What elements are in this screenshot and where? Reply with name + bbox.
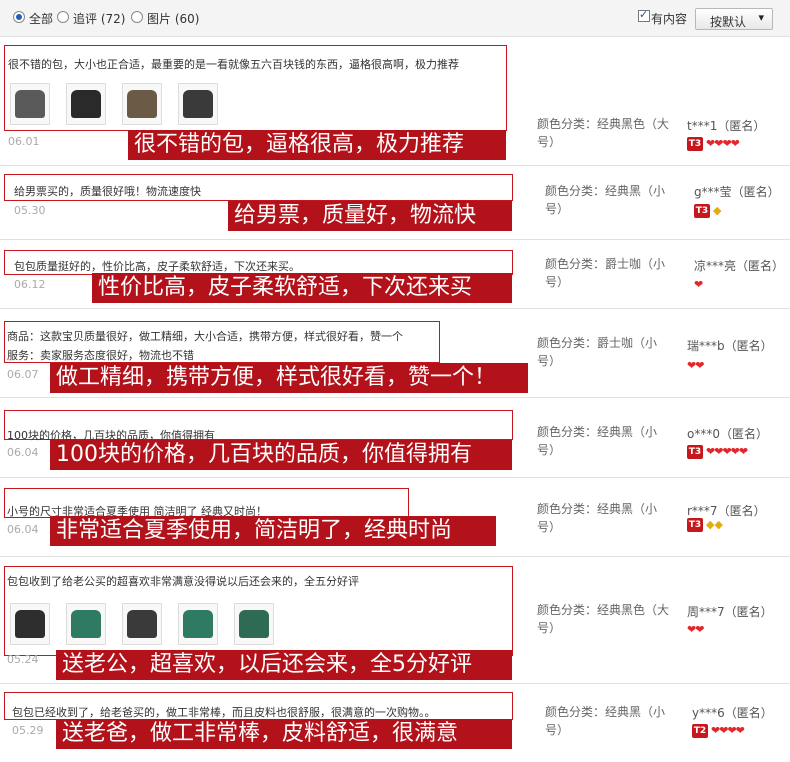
review-date: 06.07 xyxy=(7,368,39,381)
sku-info: 颜色分类：爵士咖（小号） xyxy=(537,334,672,370)
sku-key: 颜色分类： xyxy=(537,425,598,439)
sort-dropdown[interactable]: 按默认 ▾ xyxy=(695,8,773,30)
review-row: 包包已经收到了，给老爸买的，做工非常棒，而且皮料也很舒服，很满意的一次购物。。 … xyxy=(0,684,790,761)
review-date: 05.30 xyxy=(14,204,46,217)
radio-pictures[interactable] xyxy=(131,11,143,23)
heart-icon: ❤ xyxy=(695,359,705,372)
filter-followup-label[interactable]: 追评 (72) xyxy=(73,10,125,27)
buyer-credit: T3 ◆◆ xyxy=(687,518,723,532)
review-row: 包包收到了给老公买的超喜欢非常满意没得说以后还会来的，全五分好评 05.24 送… xyxy=(0,557,790,684)
heart-icon: ❤ xyxy=(695,623,705,636)
buyer-name: r***7（匿名） xyxy=(687,504,766,518)
review-photo[interactable] xyxy=(122,83,162,125)
sku-key: 颜色分类： xyxy=(537,603,598,617)
buyer-credit: ❤ xyxy=(694,278,704,292)
filter-pictures-label[interactable]: 图片 (60) xyxy=(147,10,199,27)
tier-badge-icon: T3 xyxy=(687,137,703,151)
buyer-name: 凉***亮（匿名） xyxy=(694,259,785,273)
heart-icon: ❤ xyxy=(694,278,704,291)
review-date: 06.12 xyxy=(14,278,46,291)
sku-key: 颜色分类： xyxy=(537,117,598,131)
tier-badge-icon: T3 xyxy=(687,518,703,532)
buyer-credit: T3 ❤❤❤❤❤ xyxy=(687,445,749,459)
review-photo[interactable] xyxy=(122,603,162,645)
radio-followup[interactable] xyxy=(57,11,69,23)
sku-info: 颜色分类：经典黑（小号） xyxy=(537,423,672,459)
tier-badge-icon: T3 xyxy=(687,445,703,459)
buyer-credit: T3 ◆ xyxy=(694,204,721,218)
sku-key: 颜色分类： xyxy=(545,257,606,271)
review-text: 给男票买的，质量很好哦！物流速度快 xyxy=(14,185,201,198)
sku-info: 颜色分类：经典黑色（大号） xyxy=(537,601,672,637)
review-banner: 100块的价格，几百块的品质，你值得拥有 xyxy=(50,440,512,470)
review-photo[interactable] xyxy=(10,83,50,125)
has-content-label[interactable]: 有内容 xyxy=(651,10,687,27)
review-photo[interactable] xyxy=(178,603,218,645)
review-banner: 送老公，超喜欢，以后还会来，全5分好评 xyxy=(56,650,512,680)
tier-badge-icon: T2 xyxy=(692,724,708,738)
sku-info: 颜色分类：经典黑色（大号） xyxy=(537,115,672,151)
sku-info: 颜色分类：爵士咖（小号） xyxy=(545,255,680,291)
buyer-name: o***0（匿名） xyxy=(687,427,768,441)
review-text: 包包已经收到了，给老爸买的，做工非常棒，而且皮料也很舒服，很满意的一次购物。。 xyxy=(12,706,436,719)
review-banner: 送老爸，做工非常棒，皮料舒适，很满意 xyxy=(56,719,512,749)
review-text: 商品：这款宝贝质量很好，做工精细，大小合适，携带方便，样式很好看，赞一个 xyxy=(7,330,403,343)
review-date: 06.01 xyxy=(8,135,40,148)
buyer-credit: ❤❤ xyxy=(687,623,705,637)
review-photo[interactable] xyxy=(178,83,218,125)
review-row: 100块的价格，几百块的品质，你值得拥有 06.04 100块的价格，几百块的品… xyxy=(0,398,790,478)
filter-bar: 全部 追评 (72) 图片 (60) 有内容 按默认 ▾ xyxy=(0,0,790,37)
sort-label: 按默认 xyxy=(710,15,747,29)
review-banner: 给男票，质量好，物流快 xyxy=(228,201,512,231)
review-banner: 性价比高，皮子柔软舒适，下次还来买 xyxy=(92,273,512,303)
review-date: 05.29 xyxy=(12,724,44,737)
review-banner: 非常适合夏季使用，简洁明了，经典时尚 xyxy=(50,516,496,546)
review-row: 很不错的包，大小也正合适，最重要的是一看就像五六百块钱的东西，逼格很高啊，极力推… xyxy=(0,37,790,166)
review-photo[interactable] xyxy=(10,603,50,645)
review-date: 05.24 xyxy=(7,653,39,666)
radio-all[interactable] xyxy=(13,11,25,23)
buyer-name: g***莹（匿名） xyxy=(694,185,780,199)
sku-key: 颜色分类： xyxy=(537,502,598,516)
review-date: 06.04 xyxy=(7,523,39,536)
has-content-checkbox[interactable] xyxy=(638,8,650,22)
review-text-service: 服务：卖家服务态度很好，物流也不错 xyxy=(7,349,194,362)
filter-all-label[interactable]: 全部 xyxy=(29,10,53,27)
review-row: 给男票买的，质量很好哦！物流速度快 05.30 给男票，质量好，物流快 颜色分类… xyxy=(0,166,790,240)
review-row: 商品：这款宝贝质量很好，做工精细，大小合适，携带方便，样式很好看，赞一个 服务：… xyxy=(0,309,790,398)
review-banner: 做工精细，携带方便，样式很好看，赞一个！ xyxy=(50,363,528,393)
review-row: 包包质量挺好的，性价比高，皮子柔软舒适，下次还来买。 06.12 性价比高，皮子… xyxy=(0,240,790,309)
heart-icon: ❤ xyxy=(735,724,745,737)
review-banner: 很不错的包，逼格很高，极力推荐 xyxy=(128,130,506,160)
review-text: 包包质量挺好的，性价比高，皮子柔软舒适，下次还来买。 xyxy=(14,260,300,273)
buyer-name: 周***7（匿名） xyxy=(687,605,773,619)
buyer-name: 瑞***b（匿名） xyxy=(687,339,773,353)
chevron-down-icon: ▾ xyxy=(758,11,764,24)
sku-info: 颜色分类：经典黑（小号） xyxy=(537,500,672,536)
buyer-credit: T3 ❤❤❤❤ xyxy=(687,137,740,151)
diamond-icon: ◆ xyxy=(714,518,723,531)
sku-info: 颜色分类：经典黑（小号） xyxy=(545,182,680,218)
review-text: 很不错的包，大小也正合适，最重要的是一看就像五六百块钱的东西，逼格很高啊，极力推… xyxy=(8,58,459,71)
diamond-icon: ◆ xyxy=(713,204,722,217)
buyer-name: y***6（匿名） xyxy=(692,706,773,720)
diamond-icon: ◆ xyxy=(706,518,715,531)
review-row: 小号的尺寸非常适合夏季使用 简洁明了 经典又时尚！ 06.04 非常适合夏季使用… xyxy=(0,478,790,557)
review-photo[interactable] xyxy=(234,603,274,645)
buyer-credit: T2 ❤❤❤❤ xyxy=(692,724,745,738)
review-date: 06.04 xyxy=(7,446,39,459)
review-photo[interactable] xyxy=(66,83,106,125)
buyer-name: t***1（匿名） xyxy=(687,119,766,133)
review-text: 包包收到了给老公买的超喜欢非常满意没得说以后还会来的，全五分好评 xyxy=(7,575,359,588)
heart-icon: ❤ xyxy=(738,445,749,458)
tier-badge-icon: T3 xyxy=(694,204,710,218)
sku-key: 颜色分类： xyxy=(545,184,606,198)
buyer-credit: ❤❤ xyxy=(687,359,705,373)
sku-info: 颜色分类：经典黑（小号） xyxy=(545,703,680,739)
sku-key: 颜色分类： xyxy=(537,336,598,350)
heart-icon: ❤ xyxy=(730,137,740,150)
sku-key: 颜色分类： xyxy=(545,705,606,719)
review-photo[interactable] xyxy=(66,603,106,645)
